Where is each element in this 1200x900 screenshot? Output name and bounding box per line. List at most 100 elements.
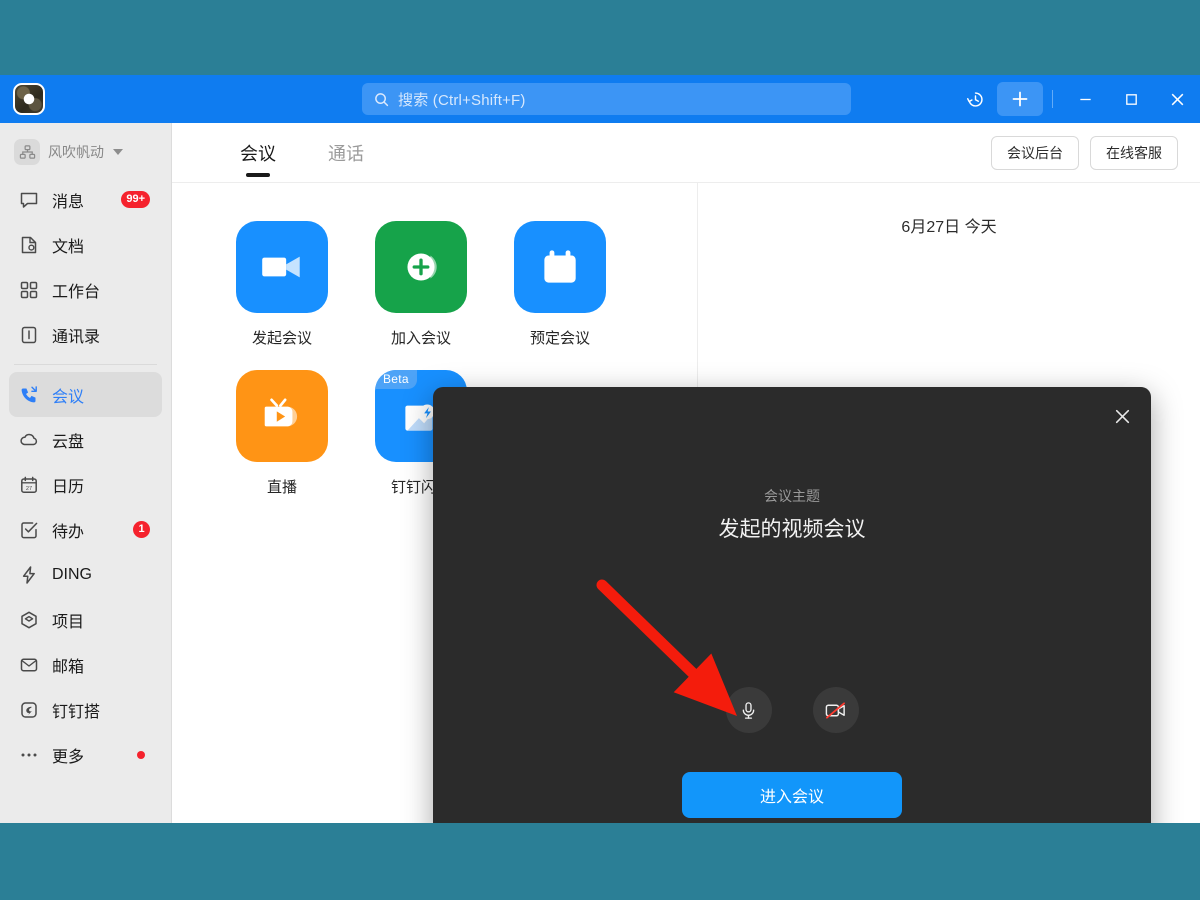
dingtalk-da-icon xyxy=(19,700,39,720)
ellipsis-icon xyxy=(19,745,39,765)
sidebar-item-label: 日历 xyxy=(52,478,85,496)
dingtalk-da-icon xyxy=(21,701,37,718)
sidebar-item-云盘[interactable]: 云盘 xyxy=(9,417,162,462)
tab-actions: 会议后台 在线客服 xyxy=(991,136,1178,170)
envelope-icon xyxy=(19,655,39,675)
microphone-icon xyxy=(742,701,755,719)
search-input[interactable]: 搜索 (Ctrl+Shift+F) xyxy=(362,83,851,115)
maximize-button[interactable] xyxy=(1108,75,1154,123)
app-label: 预定会议 xyxy=(529,330,590,347)
sidebar-divider xyxy=(14,364,157,365)
sidebar-item-label: 云盘 xyxy=(52,433,85,451)
sidebar-item-label: 项目 xyxy=(52,613,85,631)
calendar-icon xyxy=(544,250,576,283)
action-在线客服[interactable]: 在线客服 xyxy=(1090,136,1178,170)
plus-circle-icon xyxy=(407,253,437,281)
video-camera-icon-tile xyxy=(236,221,328,313)
document-icon xyxy=(21,236,37,253)
sidebar-item-钉钉搭[interactable]: 钉钉搭 xyxy=(9,687,162,732)
meeting-topic-value: 发起的视频会议 xyxy=(718,518,866,541)
notification-dot xyxy=(137,750,145,759)
app-label: 直播 xyxy=(266,479,297,496)
org-chart-icon xyxy=(14,139,40,165)
microphone-toggle[interactable] xyxy=(725,687,772,733)
window-controls xyxy=(953,75,1200,123)
history-button[interactable] xyxy=(953,82,997,116)
app-预定会议[interactable]: 预定会议 xyxy=(510,221,610,348)
sidebar: 风吹帆动 消息 99+ 文档工作台通讯录会议云盘 27 日历待办 1 DING 项目邮箱钉钉搭… xyxy=(0,123,172,823)
history-clock-icon xyxy=(966,91,983,107)
cloud-icon xyxy=(20,433,38,445)
av-controls xyxy=(433,687,1151,733)
close-button[interactable] xyxy=(1154,75,1200,123)
chat-bubble-icon xyxy=(20,192,38,208)
add-button[interactable] xyxy=(997,82,1043,116)
sidebar-item-会议[interactable]: 会议 xyxy=(9,372,162,417)
live-tv-icon-tile xyxy=(236,370,328,462)
sidebar-item-label: 工作台 xyxy=(52,283,101,301)
app-直播[interactable]: 直播 xyxy=(232,370,332,497)
chevron-down-icon xyxy=(113,149,123,155)
start-meeting-dialog: 会议主题 发起的视频会议 进入会议 xyxy=(433,387,1151,823)
calendar-27-icon: 27 xyxy=(19,475,39,495)
sidebar-item-邮箱[interactable]: 邮箱 xyxy=(9,642,162,687)
org-switcher[interactable]: 风吹帆动 xyxy=(10,133,161,171)
hexagon-icon xyxy=(21,611,37,628)
sidebar-item-日历[interactable]: 27 日历 xyxy=(9,462,162,507)
sidebar-item-消息[interactable]: 消息 99+ xyxy=(9,177,162,222)
contacts-icon xyxy=(19,325,39,345)
camera-toggle[interactable] xyxy=(812,687,859,733)
app-label: 加入会议 xyxy=(390,330,451,347)
sidebar-item-label: DING xyxy=(52,565,92,583)
sidebar-item-label: 通讯录 xyxy=(52,328,101,346)
sidebar-item-项目[interactable]: 项目 xyxy=(9,597,162,642)
minimize-icon xyxy=(1079,98,1091,100)
close-icon xyxy=(1171,93,1183,105)
unread-badge: 1 xyxy=(133,521,150,538)
tab-bar: 会议 通话 会议后台 在线客服 xyxy=(172,123,1200,183)
live-tv-icon xyxy=(264,398,298,427)
sidebar-item-更多[interactable]: 更多 xyxy=(9,732,162,777)
search-icon xyxy=(375,92,389,106)
tab-会议[interactable]: 会议 xyxy=(240,123,276,182)
close-icon xyxy=(1115,409,1129,423)
sidebar-item-label: 钉钉搭 xyxy=(52,703,101,721)
search-placeholder: 搜索 (Ctrl+Shift+F) xyxy=(398,91,526,109)
action-会议后台[interactable]: 会议后台 xyxy=(991,136,1079,170)
modal-close-button[interactable] xyxy=(1105,399,1139,433)
minimize-button[interactable] xyxy=(1062,75,1108,123)
grid-apps-icon xyxy=(19,280,39,300)
sidebar-nav: 消息 99+ 文档工作台通讯录会议云盘 27 日历待办 1 DING 项目邮箱钉钉搭更多 xyxy=(0,177,171,777)
svg-text:27: 27 xyxy=(26,485,32,491)
sidebar-item-label: 消息 xyxy=(52,193,85,211)
dingtalk-app-window: 搜索 (Ctrl+Shift+F) 风吹帆动 消息 99+ 文档 工作台 通讯录… xyxy=(0,75,1200,823)
sidebar-item-ding[interactable]: DING xyxy=(9,552,162,597)
sidebar-item-label: 文档 xyxy=(52,238,85,256)
sidebar-item-文档[interactable]: 文档 xyxy=(9,222,162,267)
unread-badge: 99+ xyxy=(121,191,150,208)
sidebar-item-工作台[interactable]: 工作台 xyxy=(9,267,162,312)
checkbox-icon xyxy=(21,521,38,538)
maximize-icon xyxy=(1125,93,1137,105)
tab-通话[interactable]: 通话 xyxy=(328,123,364,182)
checkbox-icon xyxy=(19,520,39,540)
ellipsis-icon xyxy=(21,753,37,756)
sidebar-item-通讯录[interactable]: 通讯录 xyxy=(9,312,162,357)
user-avatar[interactable] xyxy=(13,83,45,115)
app-加入会议[interactable]: 加入会议 xyxy=(371,221,471,348)
cloud-icon xyxy=(19,430,39,450)
phone-call-icon xyxy=(21,385,37,402)
app-发起会议[interactable]: 发起会议 xyxy=(232,221,332,348)
sidebar-item-label: 待办 xyxy=(52,523,85,541)
plus-circle-icon-tile xyxy=(375,221,467,313)
chat-bubble-icon xyxy=(19,190,39,210)
contacts-icon xyxy=(21,326,37,343)
grid-apps-icon xyxy=(20,281,38,298)
plus-icon xyxy=(1012,91,1028,107)
lightning-icon xyxy=(22,565,35,584)
org-name: 风吹帆动 xyxy=(48,144,104,160)
camera-off-icon xyxy=(825,701,845,719)
sidebar-item-待办[interactable]: 待办 1 xyxy=(9,507,162,552)
calendar-27-icon: 27 xyxy=(21,476,37,493)
join-meeting-button[interactable]: 进入会议 xyxy=(682,772,902,818)
